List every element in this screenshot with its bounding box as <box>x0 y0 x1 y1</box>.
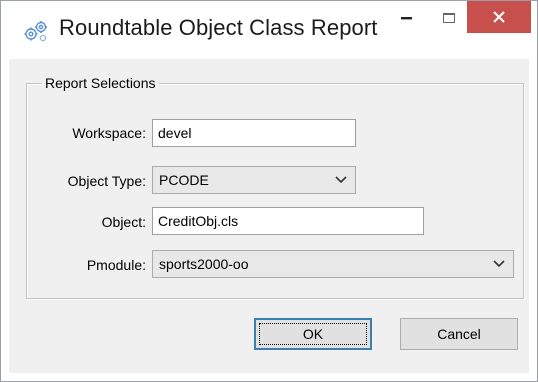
cancel-button[interactable]: Cancel <box>400 318 518 350</box>
object-label: Object: <box>101 214 146 230</box>
pmodule-select[interactable]: sports2000-oo <box>152 250 514 278</box>
ok-button-label: OK <box>302 326 324 342</box>
minimize-button[interactable] <box>387 1 427 35</box>
window-title: Roundtable Object Class Report <box>59 15 378 40</box>
object-type-value: PCODE <box>159 172 209 188</box>
object-type-label: Object Type: <box>67 173 146 189</box>
pmodule-value: sports2000-oo <box>159 256 249 272</box>
maximize-icon <box>443 13 455 23</box>
gear-cluster-icon <box>24 21 47 42</box>
chevron-down-icon <box>335 176 347 184</box>
workspace-label: Workspace: <box>72 125 146 141</box>
close-button[interactable] <box>467 1 531 33</box>
chevron-down-icon <box>493 260 505 268</box>
object-type-select[interactable]: PCODE <box>152 166 356 194</box>
cancel-button-label: Cancel <box>437 326 481 342</box>
pmodule-label: Pmodule: <box>86 257 146 273</box>
maximize-button[interactable] <box>429 1 469 35</box>
close-icon <box>493 11 505 23</box>
ok-button[interactable]: OK <box>254 318 372 350</box>
group-label: Report Selections <box>42 74 159 92</box>
object-input[interactable]: CreditObj.cls <box>152 207 424 235</box>
title-bar[interactable]: Roundtable Object Class Report <box>1 1 537 59</box>
minimize-icon <box>401 17 412 20</box>
workspace-input[interactable]: devel <box>152 119 356 147</box>
